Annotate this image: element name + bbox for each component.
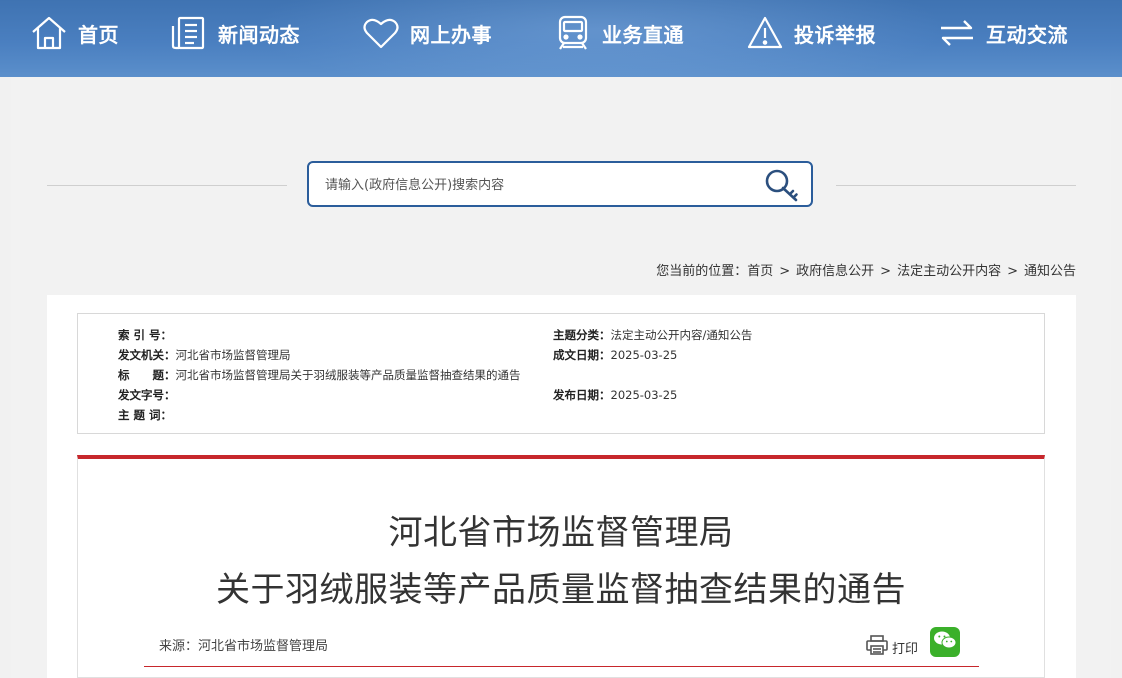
article-title-line2: 关于羽绒服装等产品质量监督抽查结果的通告 — [216, 570, 906, 610]
article-divider — [144, 666, 979, 667]
meta-written-date-label: 成文日期： — [553, 348, 611, 362]
top-navigation: 首页 新闻动态 网上办事 业务直通 投诉举报 互动交流 — [0, 0, 1122, 77]
meta-keywords-label: 主 题 词： — [118, 408, 173, 422]
search-bar — [307, 161, 813, 207]
meta-written-date-value: 2025-03-25 — [610, 348, 678, 362]
nav-item-interaction[interactable]: 互动交流 — [938, 0, 1068, 66]
meta-index: 索 引 号： — [118, 327, 172, 343]
article-panel: 河北省市场监督管理局 关于羽绒服装等产品质量监督抽查结果的通告 来源：河北省市场… — [77, 455, 1045, 678]
meta-category-label: 主题分类： — [553, 328, 611, 342]
nav-label: 互动交流 — [986, 22, 1068, 47]
breadcrumb-separator: > — [1007, 264, 1018, 279]
meta-index-label: 索 引 号： — [118, 328, 173, 342]
print-button[interactable]: 打印 — [866, 635, 918, 659]
print-label: 打印 — [892, 641, 919, 657]
meta-category: 主题分类：法定主动公开内容/通知公告 — [553, 327, 752, 343]
article-title-line1: 河北省市场监督管理局 — [388, 513, 734, 553]
breadcrumb-prefix: 您当前的位置： — [656, 264, 748, 279]
nav-item-news[interactable]: 新闻动态 — [170, 0, 300, 66]
search-button[interactable] — [763, 167, 803, 203]
wechat-icon — [933, 630, 957, 654]
meta-issuer-value: 河北省市场监督管理局 — [175, 348, 291, 362]
breadcrumb-item-statutory[interactable]: 法定主动公开内容 — [897, 260, 1001, 279]
document-meta-box: 索 引 号： 主题分类：法定主动公开内容/通知公告 发文机关：河北省市场监督管理… — [77, 313, 1045, 434]
wechat-share-button[interactable] — [930, 627, 960, 657]
search-input[interactable] — [323, 163, 747, 207]
nav-label: 业务直通 — [602, 22, 684, 47]
meta-keywords: 主 题 词： — [118, 407, 172, 423]
nav-item-home[interactable]: 首页 — [30, 0, 119, 66]
breadcrumb: 您当前的位置：首页 > 政府信息公开 > 法定主动公开内容 > 通知公告 — [656, 260, 1076, 279]
search-key-icon — [763, 169, 803, 207]
meta-category-value: 法定主动公开内容/通知公告 — [610, 328, 753, 342]
breadcrumb-item-notices[interactable]: 通知公告 — [1024, 260, 1076, 279]
printer-icon — [866, 635, 888, 659]
nav-item-business[interactable]: 业务直通 — [554, 0, 684, 66]
meta-issuer: 发文机关：河北省市场监督管理局 — [118, 347, 291, 363]
nav-item-online-service[interactable]: 网上办事 — [362, 0, 492, 66]
search-divider-left — [47, 185, 287, 186]
meta-title-value: 河北省市场监督管理局关于羽绒服装等产品质量监督抽查结果的通告 — [175, 368, 521, 382]
breadcrumb-item-gov-info[interactable]: 政府信息公开 — [796, 260, 874, 279]
home-icon — [30, 14, 68, 52]
meta-title-label: 标 题： — [118, 368, 176, 382]
meta-doc-no: 发文字号： — [118, 387, 176, 403]
meta-title: 标 题：河北省市场监督管理局关于羽绒服装等产品质量监督抽查结果的通告 — [118, 367, 521, 383]
search-divider-right — [836, 185, 1076, 186]
article-source: 来源：河北省市场监督管理局 — [159, 639, 329, 654]
breadcrumb-separator: > — [880, 264, 892, 279]
meta-publish-date: 发布日期：2025-03-25 — [553, 387, 677, 403]
nav-item-complaint[interactable]: 投诉举报 — [746, 0, 876, 66]
meta-publish-date-label: 发布日期： — [553, 388, 611, 402]
nav-label: 网上办事 — [410, 22, 492, 47]
exchange-icon — [938, 14, 976, 52]
breadcrumb-item-home[interactable]: 首页 — [747, 260, 773, 279]
warning-icon — [746, 14, 784, 52]
meta-publish-date-value: 2025-03-25 — [610, 388, 678, 402]
meta-doc-no-label: 发文字号： — [118, 388, 176, 402]
nav-label: 首页 — [78, 22, 119, 47]
nav-label: 投诉举报 — [794, 22, 876, 47]
breadcrumb-separator: > — [779, 264, 791, 279]
news-icon — [170, 14, 208, 52]
train-icon — [554, 14, 592, 52]
meta-issuer-label: 发文机关： — [118, 348, 176, 362]
heart-icon — [362, 14, 400, 52]
nav-label: 新闻动态 — [218, 22, 300, 47]
meta-written-date: 成文日期：2025-03-25 — [553, 347, 677, 363]
